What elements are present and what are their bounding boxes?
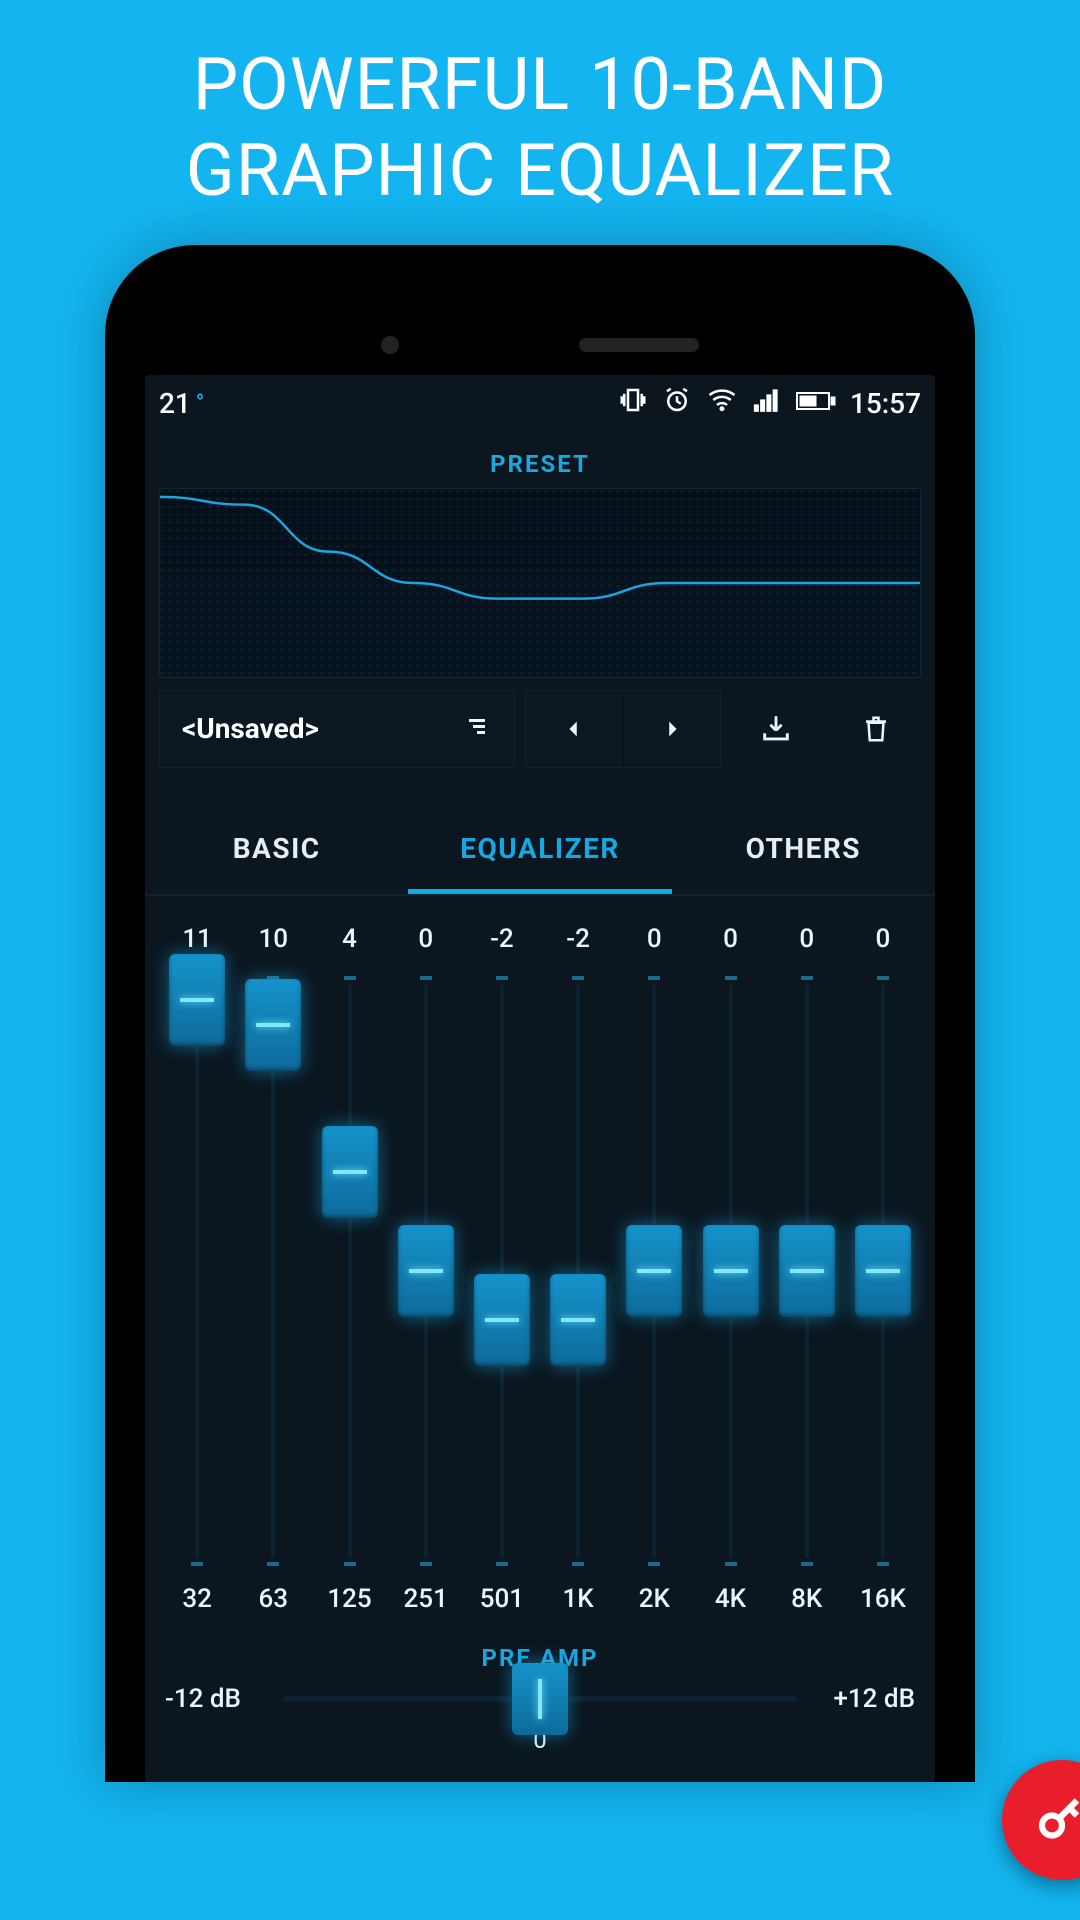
eq-gain-value: 0: [388, 924, 464, 954]
eq-gain-value: 10: [235, 924, 311, 954]
eq-freq-label: 32: [159, 1584, 235, 1614]
eq-band-thumb[interactable]: [245, 979, 301, 1071]
equalizer-panel: 111040-2-20000 32631252515011K2K4K8K16K: [145, 896, 935, 1628]
delete-preset-button[interactable]: [831, 690, 921, 768]
eq-band-thumb[interactable]: [703, 1225, 759, 1317]
eq-band-slider[interactable]: [769, 976, 845, 1566]
eq-band-slider[interactable]: [616, 976, 692, 1566]
eq-gain-row: 111040-2-20000: [159, 924, 921, 954]
save-preset-button[interactable]: [731, 690, 821, 768]
battery-icon: [796, 387, 836, 420]
signal-icon: [752, 385, 782, 422]
tabs: BASIC EQUALIZER OTHERS: [145, 808, 935, 896]
eq-band-slider[interactable]: [159, 976, 235, 1566]
eq-band-thumb[interactable]: [626, 1225, 682, 1317]
phone-frame: 21° 15:57 P: [105, 245, 975, 1782]
eq-band-slider[interactable]: [845, 976, 921, 1566]
screen: 21° 15:57 P: [145, 375, 935, 1782]
eq-curve-display: [159, 488, 921, 678]
preamp-thumb[interactable]: [512, 1663, 568, 1735]
next-preset-button[interactable]: [623, 691, 720, 767]
eq-freq-label: 501: [464, 1584, 540, 1614]
eq-freq-label: 16K: [845, 1584, 921, 1614]
eq-band-slider[interactable]: [311, 976, 387, 1566]
temperature: 21: [159, 387, 191, 420]
eq-gain-value: -2: [464, 924, 540, 954]
eq-band-thumb[interactable]: [398, 1225, 454, 1317]
eq-gain-value: 0: [616, 924, 692, 954]
eq-band-thumb[interactable]: [855, 1225, 911, 1317]
eq-freq-label: 251: [388, 1584, 464, 1614]
eq-freq-label: 63: [235, 1584, 311, 1614]
clock: 15:57: [850, 387, 921, 420]
eq-band-thumb[interactable]: [169, 954, 225, 1046]
preset-name-label: <Unsaved>: [182, 712, 319, 745]
eq-gain-value: 4: [311, 924, 387, 954]
eq-gain-value: 0: [769, 924, 845, 954]
eq-band-slider[interactable]: [388, 976, 464, 1566]
eq-freq-label: 125: [311, 1584, 387, 1614]
status-bar: 21° 15:57: [145, 375, 935, 432]
eq-band-slider[interactable]: [235, 976, 311, 1566]
degree-icon: °: [196, 391, 204, 416]
fab-button[interactable]: [1002, 1760, 1080, 1880]
preamp-max: +12 dB: [815, 1684, 915, 1714]
eq-gain-value: -2: [540, 924, 616, 954]
eq-gain-value: 0: [845, 924, 921, 954]
menu-icon: [462, 712, 492, 745]
eq-freq-row: 32631252515011K2K4K8K16K: [159, 1584, 921, 1614]
eq-freq-label: 2K: [616, 1584, 692, 1614]
tab-basic[interactable]: BASIC: [145, 808, 408, 894]
eq-band-slider[interactable]: [464, 976, 540, 1566]
tab-others[interactable]: OTHERS: [672, 808, 935, 894]
alarm-icon: [662, 385, 692, 422]
preamp-slider[interactable]: [283, 1696, 797, 1702]
eq-band-thumb[interactable]: [322, 1126, 378, 1218]
eq-gain-value: 0: [692, 924, 768, 954]
eq-freq-label: 4K: [692, 1584, 768, 1614]
preset-header: PRESET: [145, 432, 935, 488]
eq-freq-label: 1K: [540, 1584, 616, 1614]
eq-freq-label: 8K: [769, 1584, 845, 1614]
preamp-min: -12 dB: [165, 1684, 265, 1714]
preamp-section: PRE AMP -12 dB +12 dB 0: [145, 1628, 935, 1782]
eq-band-thumb[interactable]: [474, 1274, 530, 1366]
wifi-icon: [706, 385, 738, 422]
preset-select[interactable]: <Unsaved>: [159, 690, 515, 768]
eq-band-thumb[interactable]: [779, 1225, 835, 1317]
eq-band-slider[interactable]: [692, 976, 768, 1566]
prev-preset-button[interactable]: [526, 691, 622, 767]
promo-title: POWERFUL 10-BAND GRAPHIC EQUALIZER: [0, 0, 1080, 245]
tab-equalizer[interactable]: EQUALIZER: [408, 808, 671, 894]
eq-sliders: [159, 976, 921, 1566]
vibrate-icon: [618, 385, 648, 422]
eq-band-thumb[interactable]: [550, 1274, 606, 1366]
eq-gain-value: 11: [159, 924, 235, 954]
eq-band-slider[interactable]: [540, 976, 616, 1566]
key-icon: [1032, 1788, 1080, 1852]
